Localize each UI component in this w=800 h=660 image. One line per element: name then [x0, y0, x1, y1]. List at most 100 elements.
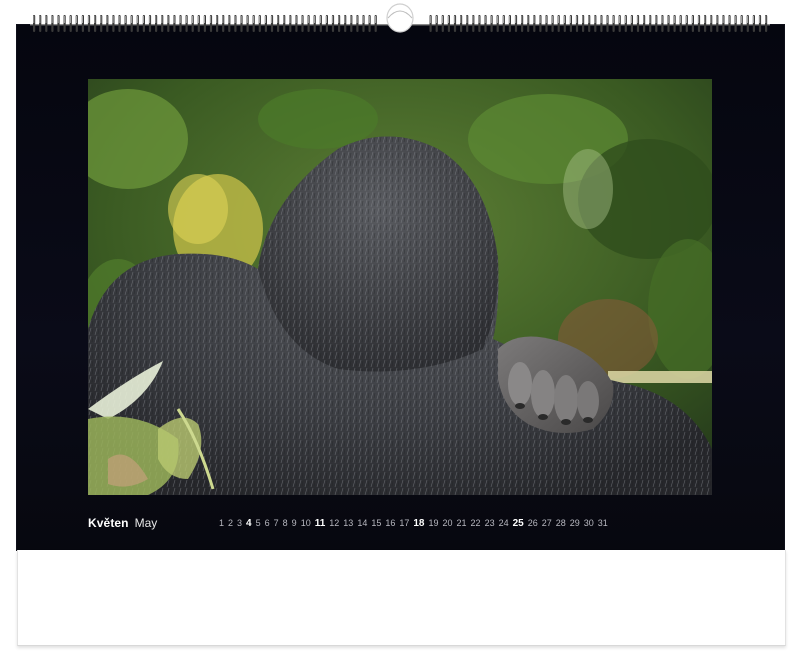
- binding-loop-highlight: [588, 16, 590, 23]
- binding-loop-highlight: [606, 16, 608, 23]
- binding-loop-highlight: [704, 16, 706, 23]
- binding-loop-highlight: [661, 16, 663, 23]
- binding-loop-highlight: [362, 16, 364, 23]
- binding-loop-highlight: [466, 16, 468, 23]
- binding-loop-highlight: [112, 16, 114, 23]
- binding-loop-highlight: [582, 16, 584, 23]
- binding-loop-highlight: [734, 16, 736, 23]
- binding-loop-highlight: [216, 16, 218, 23]
- day-number: 3: [237, 518, 243, 528]
- binding-loop-highlight: [716, 16, 718, 23]
- binding-loop-highlight: [100, 16, 102, 23]
- binding-loop-highlight: [375, 16, 376, 23]
- binding-loop-highlight: [338, 16, 340, 23]
- day-number: 6: [264, 518, 270, 528]
- day-number: 23: [484, 518, 495, 528]
- binding-loop-highlight: [70, 16, 71, 23]
- binding-loop-highlight: [33, 16, 35, 23]
- binding-loop-highlight: [259, 16, 260, 23]
- day-number: 30: [583, 518, 594, 528]
- day-number: 15: [371, 518, 382, 528]
- binding-loop-highlight: [314, 16, 315, 23]
- binding-loop-highlight: [39, 16, 41, 23]
- day-number: 7: [273, 518, 279, 528]
- month-name-czech: Květen: [88, 516, 129, 530]
- binding-loop-highlight: [558, 16, 559, 23]
- calendar-sheet-light: [17, 550, 786, 646]
- binding-loop-highlight: [295, 16, 297, 23]
- binding-loop-highlight: [600, 16, 602, 23]
- binding-loop-highlight: [454, 16, 456, 23]
- binding-loop-highlight: [204, 16, 205, 23]
- binding-loop-highlight: [179, 16, 181, 23]
- binding-loop-highlight: [612, 16, 614, 23]
- binding-loop-highlight: [484, 16, 486, 23]
- binding-loop-highlight: [332, 16, 334, 23]
- binding-loop-highlight: [515, 16, 517, 23]
- gorilla-photo: [88, 79, 712, 495]
- binding-loop-highlight: [692, 16, 693, 23]
- binding-loop-highlight: [728, 16, 730, 23]
- binding-loop-highlight: [570, 16, 571, 23]
- binding-loop-highlight: [45, 16, 47, 23]
- binding-loop-highlight: [527, 16, 529, 23]
- binding-loop-highlight: [185, 16, 187, 23]
- day-number: 17: [399, 518, 410, 528]
- binding-loop-highlight: [320, 16, 321, 23]
- binding-loop-highlight: [478, 16, 480, 23]
- binding-loop-highlight: [124, 16, 126, 23]
- binding-loop-highlight: [344, 16, 346, 23]
- day-number: 27: [541, 518, 552, 528]
- binding-loop-highlight: [350, 16, 352, 23]
- binding-loop-highlight: [594, 16, 596, 23]
- day-number: 24: [498, 518, 509, 528]
- binding-loop-highlight: [686, 16, 687, 23]
- binding-loop-highlight: [240, 16, 242, 23]
- binding-loop-highlight: [741, 16, 742, 23]
- binding-loop-highlight: [509, 16, 510, 23]
- day-number-row: 1 2 3 4 5 6 7 8 9 10 11 12 13 14 15 16 17 18 19 20 21 22 23 24 2…: [219, 518, 608, 529]
- binding-loop-highlight: [368, 16, 370, 23]
- day-number: 14: [357, 518, 368, 528]
- binding-loop-highlight: [118, 16, 120, 23]
- binding-loop-highlight: [210, 16, 212, 23]
- binding-loop-highlight: [429, 16, 431, 23]
- binding-loop-highlight: [51, 16, 53, 23]
- binding-loop-highlight: [277, 16, 279, 23]
- binding-loop-highlight: [57, 16, 59, 23]
- binding-loop-highlight: [301, 16, 303, 23]
- binding-loop-highlight: [655, 16, 657, 23]
- binding-loop-highlight: [637, 16, 639, 23]
- binding-loop-highlight: [82, 16, 83, 23]
- binding-loop-highlight: [576, 16, 578, 23]
- day-number: 13: [343, 518, 354, 528]
- day-number-sunday: 18: [413, 518, 425, 529]
- day-number: 2: [228, 518, 234, 528]
- month-label: Květen May: [88, 516, 157, 532]
- binding-loop-highlight: [143, 16, 144, 23]
- binding-loop-highlight: [161, 16, 163, 23]
- binding-loop-highlight: [643, 16, 645, 23]
- day-number: 16: [385, 518, 396, 528]
- binding-loop-highlight: [649, 16, 651, 23]
- day-number: 29: [569, 518, 580, 528]
- binding-loop-highlight: [198, 16, 199, 23]
- binding-loop-highlight: [625, 16, 626, 23]
- binding-loop-highlight: [680, 16, 681, 23]
- day-number: 20: [442, 518, 453, 528]
- binding-loop-highlight: [149, 16, 151, 23]
- day-number: 31: [597, 518, 608, 528]
- binding-loop-highlight: [460, 16, 462, 23]
- binding-loop-highlight: [765, 16, 767, 23]
- binding-loop-highlight: [631, 16, 632, 23]
- day-number: 19: [428, 518, 439, 528]
- day-number: 26: [527, 518, 538, 528]
- binding-loop-highlight: [94, 16, 96, 23]
- binding-loop-highlight: [167, 16, 169, 23]
- binding-loop-highlight: [747, 16, 748, 23]
- binding-loop-highlight: [497, 16, 498, 23]
- binding-loop-highlight: [722, 16, 724, 23]
- binding-loop-highlight: [192, 16, 193, 23]
- day-number: 12: [329, 518, 340, 528]
- day-number: 8: [282, 518, 288, 528]
